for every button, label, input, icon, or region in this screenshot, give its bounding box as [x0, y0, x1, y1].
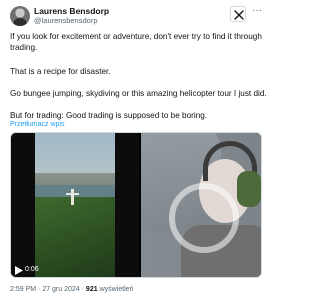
tweet-time[interactable]: 2:59 PM — [10, 286, 36, 293]
views-count: 921 — [85, 286, 98, 293]
more-icon[interactable]: ··· — [252, 6, 262, 16]
watermark-logo — [169, 183, 239, 253]
author-name[interactable]: Laurens Bensdorp — [34, 6, 109, 16]
avatar[interactable] — [10, 6, 30, 26]
tweet-paragraph: If you look for excitement or adventure,… — [10, 32, 262, 52]
tweet-meta: 2:59 PM · 27 gru 2024 · 921 wyświetleń — [10, 286, 134, 293]
photo-thumbnail[interactable] — [141, 133, 261, 277]
translate-link[interactable]: Przetłumacz wpis — [10, 121, 64, 128]
tweet-paragraph: That is a recipe for disaster. — [10, 67, 111, 76]
tweet-paragraph: Go bungee jumping, skydiving or this ama… — [10, 89, 267, 98]
play-icon[interactable] — [15, 266, 23, 275]
tweet-paragraph: But for trading: Good trading is suppose… — [10, 111, 208, 120]
video-time: 0:06 — [25, 266, 39, 273]
media-grid: 0:06 — [10, 132, 262, 278]
x-logo-icon[interactable] — [230, 6, 246, 22]
tweet-date[interactable]: 27 gru 2024 — [42, 286, 79, 293]
views-label: wyświetleń — [99, 286, 134, 293]
video-thumbnail[interactable]: 0:06 — [11, 133, 139, 277]
author-handle[interactable]: @laurensbensdorp — [34, 16, 98, 25]
tweet-card: Laurens Bensdorp @laurensbensdorp ··· If… — [0, 0, 272, 300]
